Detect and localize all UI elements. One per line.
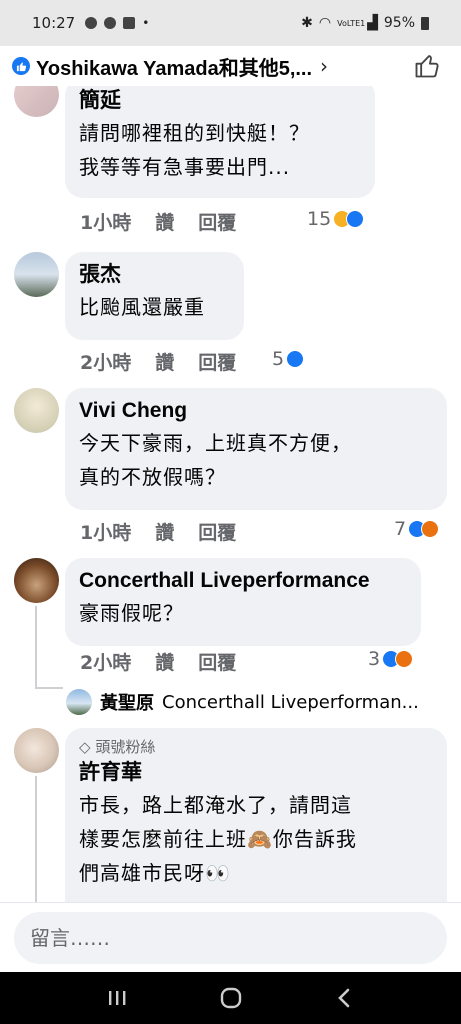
comment-text: 樣要怎麼前往上班🙈你告訴我 (79, 827, 357, 851)
angry-reaction-icon (421, 520, 440, 538)
like-button[interactable]: 讚 (155, 518, 174, 545)
comment-author[interactable]: Concerthall Liveperformance (79, 566, 407, 596)
avatar[interactable] (14, 86, 59, 117)
avatar[interactable] (14, 252, 59, 297)
thread-line (35, 687, 63, 689)
reaction-summary[interactable]: 5 (272, 348, 305, 370)
avatar[interactable] (66, 689, 92, 715)
reply-button[interactable]: 回覆 (198, 648, 236, 675)
facebook-notification-icon (104, 17, 117, 29)
like-button[interactable]: 讚 (155, 208, 174, 235)
comment-author[interactable]: 簡延 (79, 86, 361, 116)
reply-button[interactable]: 回覆 (198, 208, 236, 235)
comment-text: 今天下豪雨，上班真不方便， (79, 431, 352, 455)
comment-author[interactable]: 張杰 (79, 260, 230, 290)
battery-level: 95% (383, 15, 415, 31)
top-fan-label: 頭號粉絲 (95, 738, 156, 756)
top-fan-badge: ◇ 頭號粉絲 (79, 736, 433, 758)
comment-text: 我等等有急事要出門... (79, 155, 291, 179)
reply-preview[interactable]: 黃聖原 Concerthall Liveperforman... (66, 689, 446, 715)
reaction-summary[interactable]: 3 (368, 648, 414, 670)
chevron-right-icon[interactable]: › (320, 54, 328, 78)
reaction-summary[interactable]: 15 (307, 208, 365, 230)
reaction-count: 3 (368, 648, 381, 670)
comment-composer (0, 902, 461, 972)
volte-indicator: VoLTE1 (337, 18, 366, 28)
reactors-summary[interactable]: Yoshikawa Yamada和其他5,... (36, 52, 312, 81)
status-bar: 10:27 • ✱ ◠ VoLTE1 ▟ 95% (0, 0, 461, 46)
comment-text: 請問哪裡租的到快艇！？ (79, 121, 310, 145)
diamond-icon: ◇ (79, 738, 91, 756)
gmail-notification-icon (123, 17, 136, 29)
thread-line (35, 606, 37, 688)
comment-bubble[interactable]: ◇ 頭號粉絲 許育華 市長，路上都淹水了，請問這 樣要怎麼前往上班🙈你告訴我 們… (65, 728, 447, 902)
recent-apps-icon[interactable] (106, 988, 128, 1008)
reaction-count: 5 (272, 348, 285, 370)
home-icon[interactable] (219, 986, 243, 1010)
comment-bubble[interactable]: Concerthall Liveperformance 豪雨假呢？ (65, 558, 421, 646)
comment-time: 2小時 (80, 652, 132, 674)
like-button[interactable]: 讚 (155, 648, 174, 675)
like-reaction-icon (346, 210, 365, 228)
comment-author[interactable]: 許育華 (79, 758, 433, 788)
comment-time: 1小時 (80, 212, 132, 234)
back-icon[interactable] (335, 987, 355, 1009)
comment-author[interactable]: Vivi Cheng (79, 396, 433, 426)
reply-button[interactable]: 回覆 (198, 518, 236, 545)
comment-input[interactable] (14, 912, 447, 964)
reply-author[interactable]: 黃聖原 (100, 689, 154, 715)
comment-text: 們高雄市民呀👀 (79, 861, 231, 885)
battery-icon (421, 16, 429, 30)
comment-bubble[interactable]: 簡延 請問哪裡租的到快艇！？ 我等等有急事要出門... (65, 86, 375, 198)
more-notifications-icon: • (142, 16, 150, 30)
comment-text: 市長，路上都淹水了，請問這 (79, 793, 352, 817)
comment-time: 2小時 (80, 352, 132, 374)
gallery-notification-icon (85, 17, 98, 29)
avatar[interactable] (14, 388, 59, 433)
comment-bubble[interactable]: 張杰 比颱風還嚴重 (65, 252, 244, 340)
angry-reaction-icon (395, 650, 414, 668)
avatar[interactable] (14, 728, 59, 773)
like-button[interactable]: 讚 (155, 348, 174, 375)
reaction-count: 15 (307, 208, 332, 230)
comment-text: 豪雨假呢？ (79, 601, 184, 625)
thread-line (35, 776, 37, 902)
signal-icon: ▟ (367, 15, 378, 31)
reactions-header[interactable]: Yoshikawa Yamada和其他5,... › (0, 46, 461, 86)
system-nav-bar (0, 972, 461, 1024)
reaction-count: 7 (394, 518, 407, 540)
reply-button[interactable]: 回覆 (198, 348, 236, 375)
bluetooth-icon: ✱ (301, 15, 313, 31)
like-reaction-icon (286, 350, 305, 368)
avatar[interactable] (14, 558, 59, 603)
like-button-icon[interactable] (413, 52, 441, 80)
comment-time: 1小時 (80, 522, 132, 544)
comments-feed[interactable]: 簡延 請問哪裡租的到快艇！？ 我等等有急事要出門... 1小時 讚 回覆 15 … (0, 86, 461, 902)
reaction-summary[interactable]: 7 (394, 518, 440, 540)
reply-text: Concerthall Liveperforman... (162, 691, 419, 713)
like-reaction-icon (12, 57, 30, 75)
comment-text: 真的不放假嗎？ (79, 465, 226, 489)
comment-text: 比颱風還嚴重 (79, 295, 205, 319)
status-time: 10:27 (32, 14, 76, 32)
wifi-icon: ◠ (318, 15, 332, 31)
comment-bubble[interactable]: Vivi Cheng 今天下豪雨，上班真不方便， 真的不放假嗎？ (65, 388, 447, 510)
